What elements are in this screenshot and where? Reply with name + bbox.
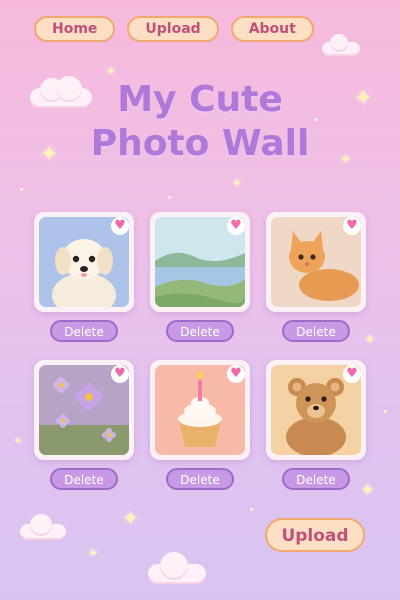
photo-frame[interactable]: ♥ xyxy=(34,360,134,460)
cloud-decoration xyxy=(148,552,206,584)
sparkle-icon: ✦ xyxy=(364,332,376,348)
cloud-decoration xyxy=(20,514,66,540)
heart-icon[interactable]: ♥ xyxy=(343,365,361,383)
heart-icon[interactable]: ♥ xyxy=(227,365,245,383)
photo-frame[interactable]: ♥ xyxy=(150,360,250,460)
delete-button[interactable]: Delete xyxy=(166,320,234,342)
nav-home-button[interactable]: Home xyxy=(34,16,116,42)
page-title-line-1: My Cute xyxy=(117,79,283,120)
heart-icon[interactable]: ♥ xyxy=(111,365,129,383)
upload-button[interactable]: Upload xyxy=(265,518,365,552)
delete-button[interactable]: Delete xyxy=(282,468,350,490)
photo-frame[interactable]: ♥ xyxy=(266,212,366,312)
top-nav: Home Upload About xyxy=(34,16,314,42)
photo-card: ♥ Delete xyxy=(150,360,250,490)
photo-frame[interactable]: ♥ xyxy=(150,212,250,312)
heart-icon[interactable]: ♥ xyxy=(227,217,245,235)
page-title: My Cute Photo Wall xyxy=(0,78,400,166)
photo-frame[interactable]: ♥ xyxy=(34,212,134,312)
heart-icon[interactable]: ♥ xyxy=(111,217,129,235)
sparkle-icon: ✦ xyxy=(232,176,243,190)
sparkle-icon: ✦ xyxy=(360,480,376,501)
nav-about-button[interactable]: About xyxy=(230,16,314,42)
photo-card: ♥ Delete xyxy=(266,212,366,342)
sparkle-dot xyxy=(250,508,253,511)
sparkle-dot xyxy=(20,188,23,191)
delete-button[interactable]: Delete xyxy=(282,320,350,342)
photo-card: ♥ Delete xyxy=(34,212,134,342)
delete-button[interactable]: Delete xyxy=(50,320,118,342)
photo-frame[interactable]: ♥ xyxy=(266,360,366,460)
photo-card: ♥ Delete xyxy=(34,360,134,490)
delete-button[interactable]: Delete xyxy=(50,468,118,490)
sparkle-dot xyxy=(384,410,387,413)
sparkle-icon: ✦ xyxy=(14,436,23,447)
photo-card: ♥ Delete xyxy=(266,360,366,490)
delete-button[interactable]: Delete xyxy=(166,468,234,490)
sparkle-icon: ✦ xyxy=(106,64,117,78)
heart-icon[interactable]: ♥ xyxy=(343,217,361,235)
page-title-line-2: Photo Wall xyxy=(90,123,310,164)
sparkle-icon: ✦ xyxy=(88,546,99,560)
nav-upload-button[interactable]: Upload xyxy=(127,16,219,42)
sparkle-icon: ✦ xyxy=(122,506,139,530)
photo-card: ♥ Delete xyxy=(150,212,250,342)
cloud-decoration xyxy=(322,34,360,56)
sparkle-dot xyxy=(168,196,171,199)
